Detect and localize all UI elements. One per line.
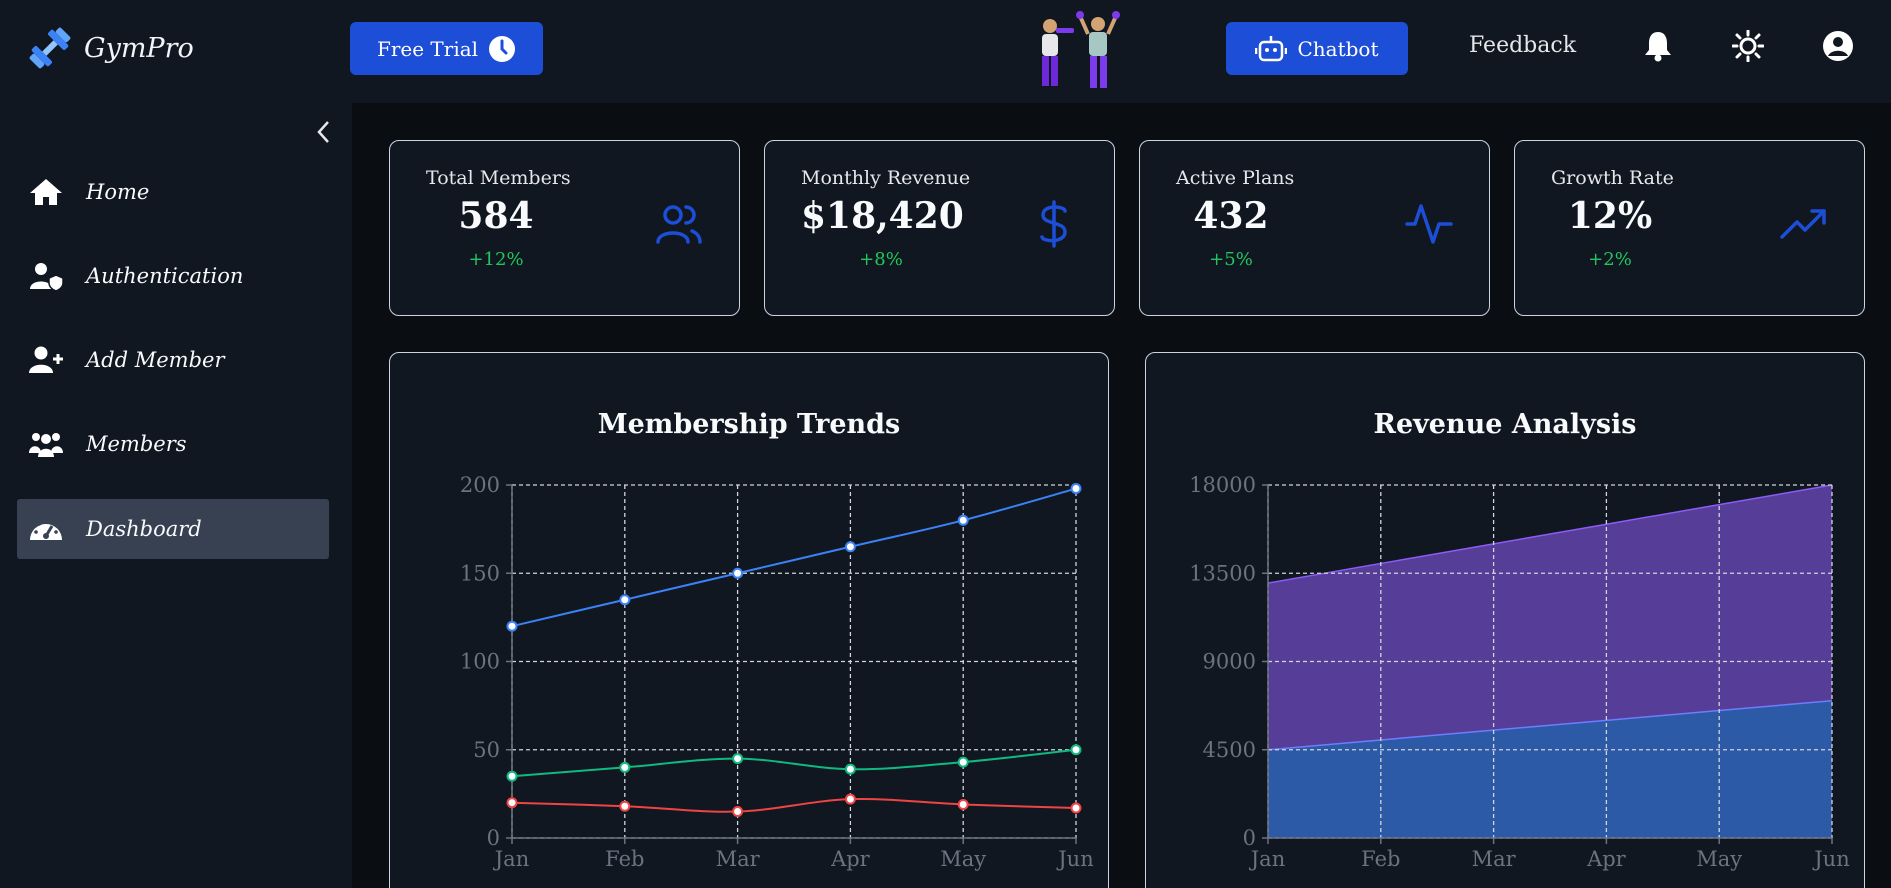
revenue-analysis-chart: 0450090001350018000Jan Feb Mar Apr May Jun [1189,473,1850,871]
x-tick-label: Jan [493,847,529,871]
data-point [506,620,518,632]
membership-trends-chart: 050100150200Jan Feb Mar Apr May Jun [460,473,1094,871]
line-series [511,487,1077,628]
sidebar-item-label: Home [86,180,150,204]
user-plus-icon [28,344,64,376]
data-point [619,594,631,606]
stat-card-total-members: Total Members 584 +12% [389,140,740,316]
data-point [619,800,631,812]
robot-icon [1255,35,1288,61]
data-point [506,770,518,782]
line-series [511,748,1077,778]
top-header: GymPro Free Trial Chatbot Feedback [0,0,1891,103]
stat-change: +2% [1588,249,1632,270]
sidebar: Home Authentication Add Member Members D… [0,103,352,888]
free-trial-label: Free Trial [376,36,479,61]
gauge-icon [28,513,64,545]
free-trial-button[interactable]: Free Trial [350,22,543,75]
data-point [844,793,856,805]
users-icon [654,199,704,249]
y-tick-label: 200 [460,473,500,497]
app-name: GymPro [84,32,194,64]
stat-change: +5% [1209,249,1253,270]
line-series [511,797,1077,813]
sidebar-item-dashboard[interactable]: Dashboard [17,499,329,559]
dollar-icon [1029,199,1079,249]
y-tick-label: 9000 [1203,650,1256,674]
stat-card-active-plans: Active Plans 432 +5% [1139,140,1490,316]
x-tick-label: May [1696,847,1742,871]
y-tick-label: 100 [460,650,500,674]
data-point [1070,744,1082,756]
stat-card-monthly-revenue: Monthly Revenue $18,420 +8% [764,140,1115,316]
y-tick-label: 4500 [1203,738,1256,762]
app-logo[interactable]: GymPro [26,24,194,72]
trending-up-icon [1779,199,1829,249]
sidebar-item-add-member[interactable]: Add Member [17,330,329,390]
sun-icon[interactable] [1732,30,1764,62]
x-tick-label: Mar [1472,847,1517,871]
clock-icon [489,35,516,62]
data-point [732,806,744,818]
home-icon [28,176,64,208]
x-tick-label: Jun [1056,847,1093,871]
x-tick-label: Jun [1812,847,1849,871]
x-tick-label: Feb [605,847,644,871]
stat-title: Growth Rate [1551,167,1674,189]
y-tick-label: 50 [473,738,500,762]
data-point [957,798,969,810]
sidebar-item-members[interactable]: Members [17,414,329,474]
x-tick-label: May [940,847,986,871]
data-point [844,541,856,553]
data-point [732,753,744,765]
workout-illustration [1042,11,1120,88]
stat-title: Active Plans [1176,167,1295,189]
sidebar-item-home[interactable]: Home [17,162,329,222]
data-point [506,797,518,809]
membership-trends-panel: Membership Trends 0 50 100 150 200 Jan Feb Mar A… [389,352,1109,888]
chatbot-button[interactable]: Chatbot [1226,22,1408,75]
stat-value: 12% [1567,195,1653,237]
stat-title: Monthly Revenue [801,167,971,189]
chevron-left-icon [317,121,329,143]
data-point [957,756,969,768]
bell-icon[interactable] [1642,30,1674,62]
activity-icon [1404,199,1454,249]
collapse-sidebar-button[interactable] [310,117,336,147]
x-tick-label: Apr [1586,847,1627,871]
stat-value: 584 [458,195,534,237]
sidebar-item-label: Dashboard [86,517,202,541]
x-tick-label: Jan [1249,847,1285,871]
data-point [957,514,969,526]
user-circle-icon[interactable] [1822,30,1854,62]
feedback-link[interactable]: Feedback [1469,33,1576,58]
chatbot-label: Chatbot [1297,36,1379,61]
revenue-analysis-panel: Revenue Analysis 0 4500 9000 13500 18000 Jan F… [1145,352,1865,888]
stat-card-growth-rate: Growth Rate 12% +2% [1514,140,1865,316]
sidebar-item-label: Members [86,432,187,456]
x-tick-label: Feb [1361,847,1400,871]
y-tick-label: 18000 [1189,473,1256,497]
stat-change: +8% [859,249,903,270]
data-point [732,567,744,579]
data-point [844,763,856,775]
sidebar-item-label: Authentication [86,264,244,288]
stat-change: +12% [468,249,524,270]
x-tick-label: Apr [830,847,871,871]
stat-title: Total Members [426,167,571,189]
data-point [1070,483,1082,495]
dumbbell-icon [29,27,71,69]
sidebar-item-authentication[interactable]: Authentication [17,246,329,306]
data-point [619,761,631,773]
sidebar-item-label: Add Member [86,348,225,372]
user-shield-icon [28,260,64,292]
y-tick-label: 13500 [1189,561,1256,585]
users-icon [28,428,64,460]
x-tick-label: Mar [716,847,761,871]
data-point [1070,802,1082,814]
stat-value: $18,420 [801,195,964,237]
y-tick-label: 150 [460,561,500,585]
stat-value: 432 [1193,195,1269,237]
